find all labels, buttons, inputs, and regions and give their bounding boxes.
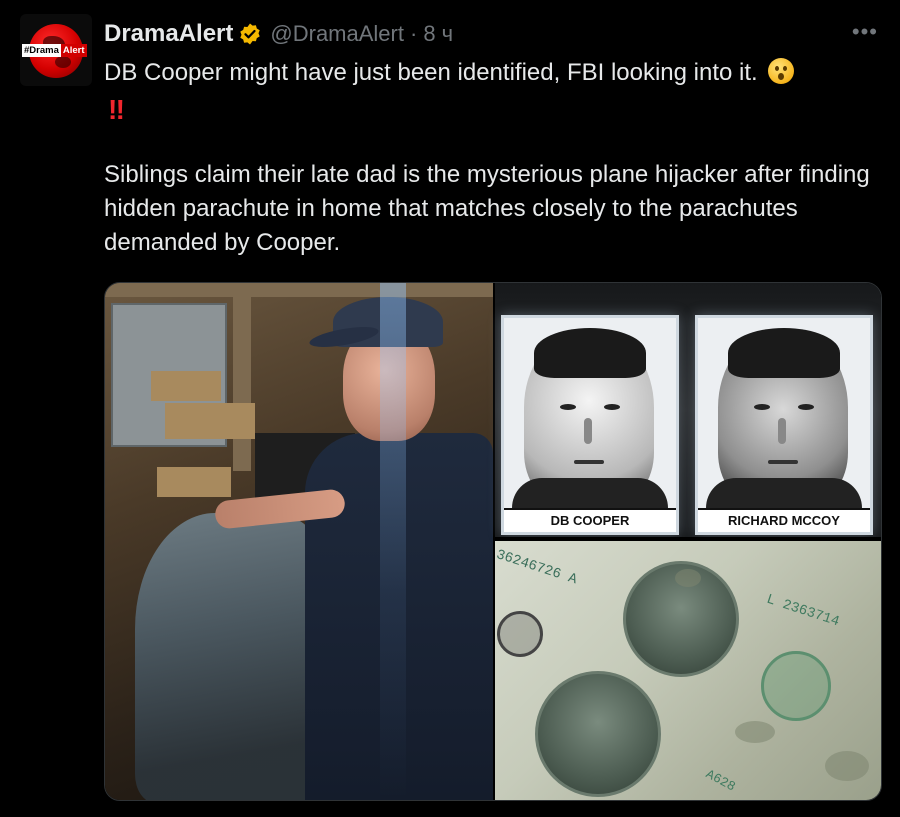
eye [754, 404, 770, 410]
hair [534, 328, 646, 378]
avatar-badge-part-2: Alert [60, 44, 87, 57]
cardboard-box [165, 403, 255, 439]
mugshot-label-db-cooper: DB COOPER [504, 508, 676, 532]
post-media-image[interactable]: DB COOPER RICHARD MCCOY 36246726 A L 236… [104, 282, 882, 801]
comparison-panel: DB COOPER RICHARD MCCOY 36246726 A L 236… [494, 283, 881, 800]
bill-serial-number: A628 [703, 766, 738, 795]
nose [778, 418, 786, 444]
bill-serial-number: 36246726 A [494, 547, 579, 589]
post-timestamp[interactable]: 8 ч [423, 21, 453, 47]
mouth [768, 460, 798, 464]
bill-tear [825, 751, 869, 781]
avatar-badge: #Drama Alert [22, 44, 87, 57]
mugshot-background: DB COOPER RICHARD MCCOY [495, 283, 881, 537]
post-header: DramaAlert @DramaAlert · 8 ч [104, 18, 453, 50]
author-name[interactable]: DramaAlert [104, 20, 233, 48]
decayed-bills-photo: 36246726 A L 2363714 A628 [494, 541, 881, 800]
double-exclamation-emoji-icon: ‼ [108, 94, 125, 125]
hair [728, 328, 840, 378]
mouth [574, 460, 604, 464]
author-avatar[interactable]: #Drama Alert [20, 14, 92, 86]
bill-tear [735, 721, 775, 743]
bill-tear [675, 569, 701, 587]
astonished-face-emoji-icon [768, 58, 795, 84]
garage-photo [105, 283, 493, 800]
treasury-seal [761, 651, 831, 721]
suit [706, 478, 862, 508]
suit [512, 478, 668, 508]
eye [604, 404, 620, 410]
eye [560, 404, 576, 410]
post-text-line-1: DB Cooper might have just been identifie… [104, 56, 884, 90]
avatar-badge-part-1: #Drama [22, 44, 61, 57]
bill-portrait [535, 671, 661, 797]
mugshot-label-richard-mccoy: RICHARD MCCOY [698, 508, 870, 532]
federal-reserve-seal [497, 611, 543, 657]
cardboard-box [157, 467, 231, 497]
more-options-icon[interactable]: ••• [852, 21, 878, 43]
verified-badge-icon [240, 23, 261, 45]
author-handle[interactable]: @DramaAlert [270, 21, 404, 47]
ceiling-beam [105, 283, 493, 297]
post-text-paragraph-2: Siblings claim their late dad is the mys… [104, 161, 870, 256]
nose [584, 418, 592, 444]
wood-post [233, 291, 251, 471]
mugshot-db-cooper: DB COOPER [501, 315, 679, 535]
eye [798, 404, 814, 410]
cardboard-box [151, 371, 221, 401]
post-text-headline: DB Cooper might have just been identifie… [104, 59, 758, 86]
bill-serial-number: L 2363714 [764, 591, 842, 631]
light-flare [380, 283, 406, 800]
mugshot-richard-mccoy: RICHARD MCCOY [695, 315, 873, 535]
header-separator: · [409, 21, 418, 46]
